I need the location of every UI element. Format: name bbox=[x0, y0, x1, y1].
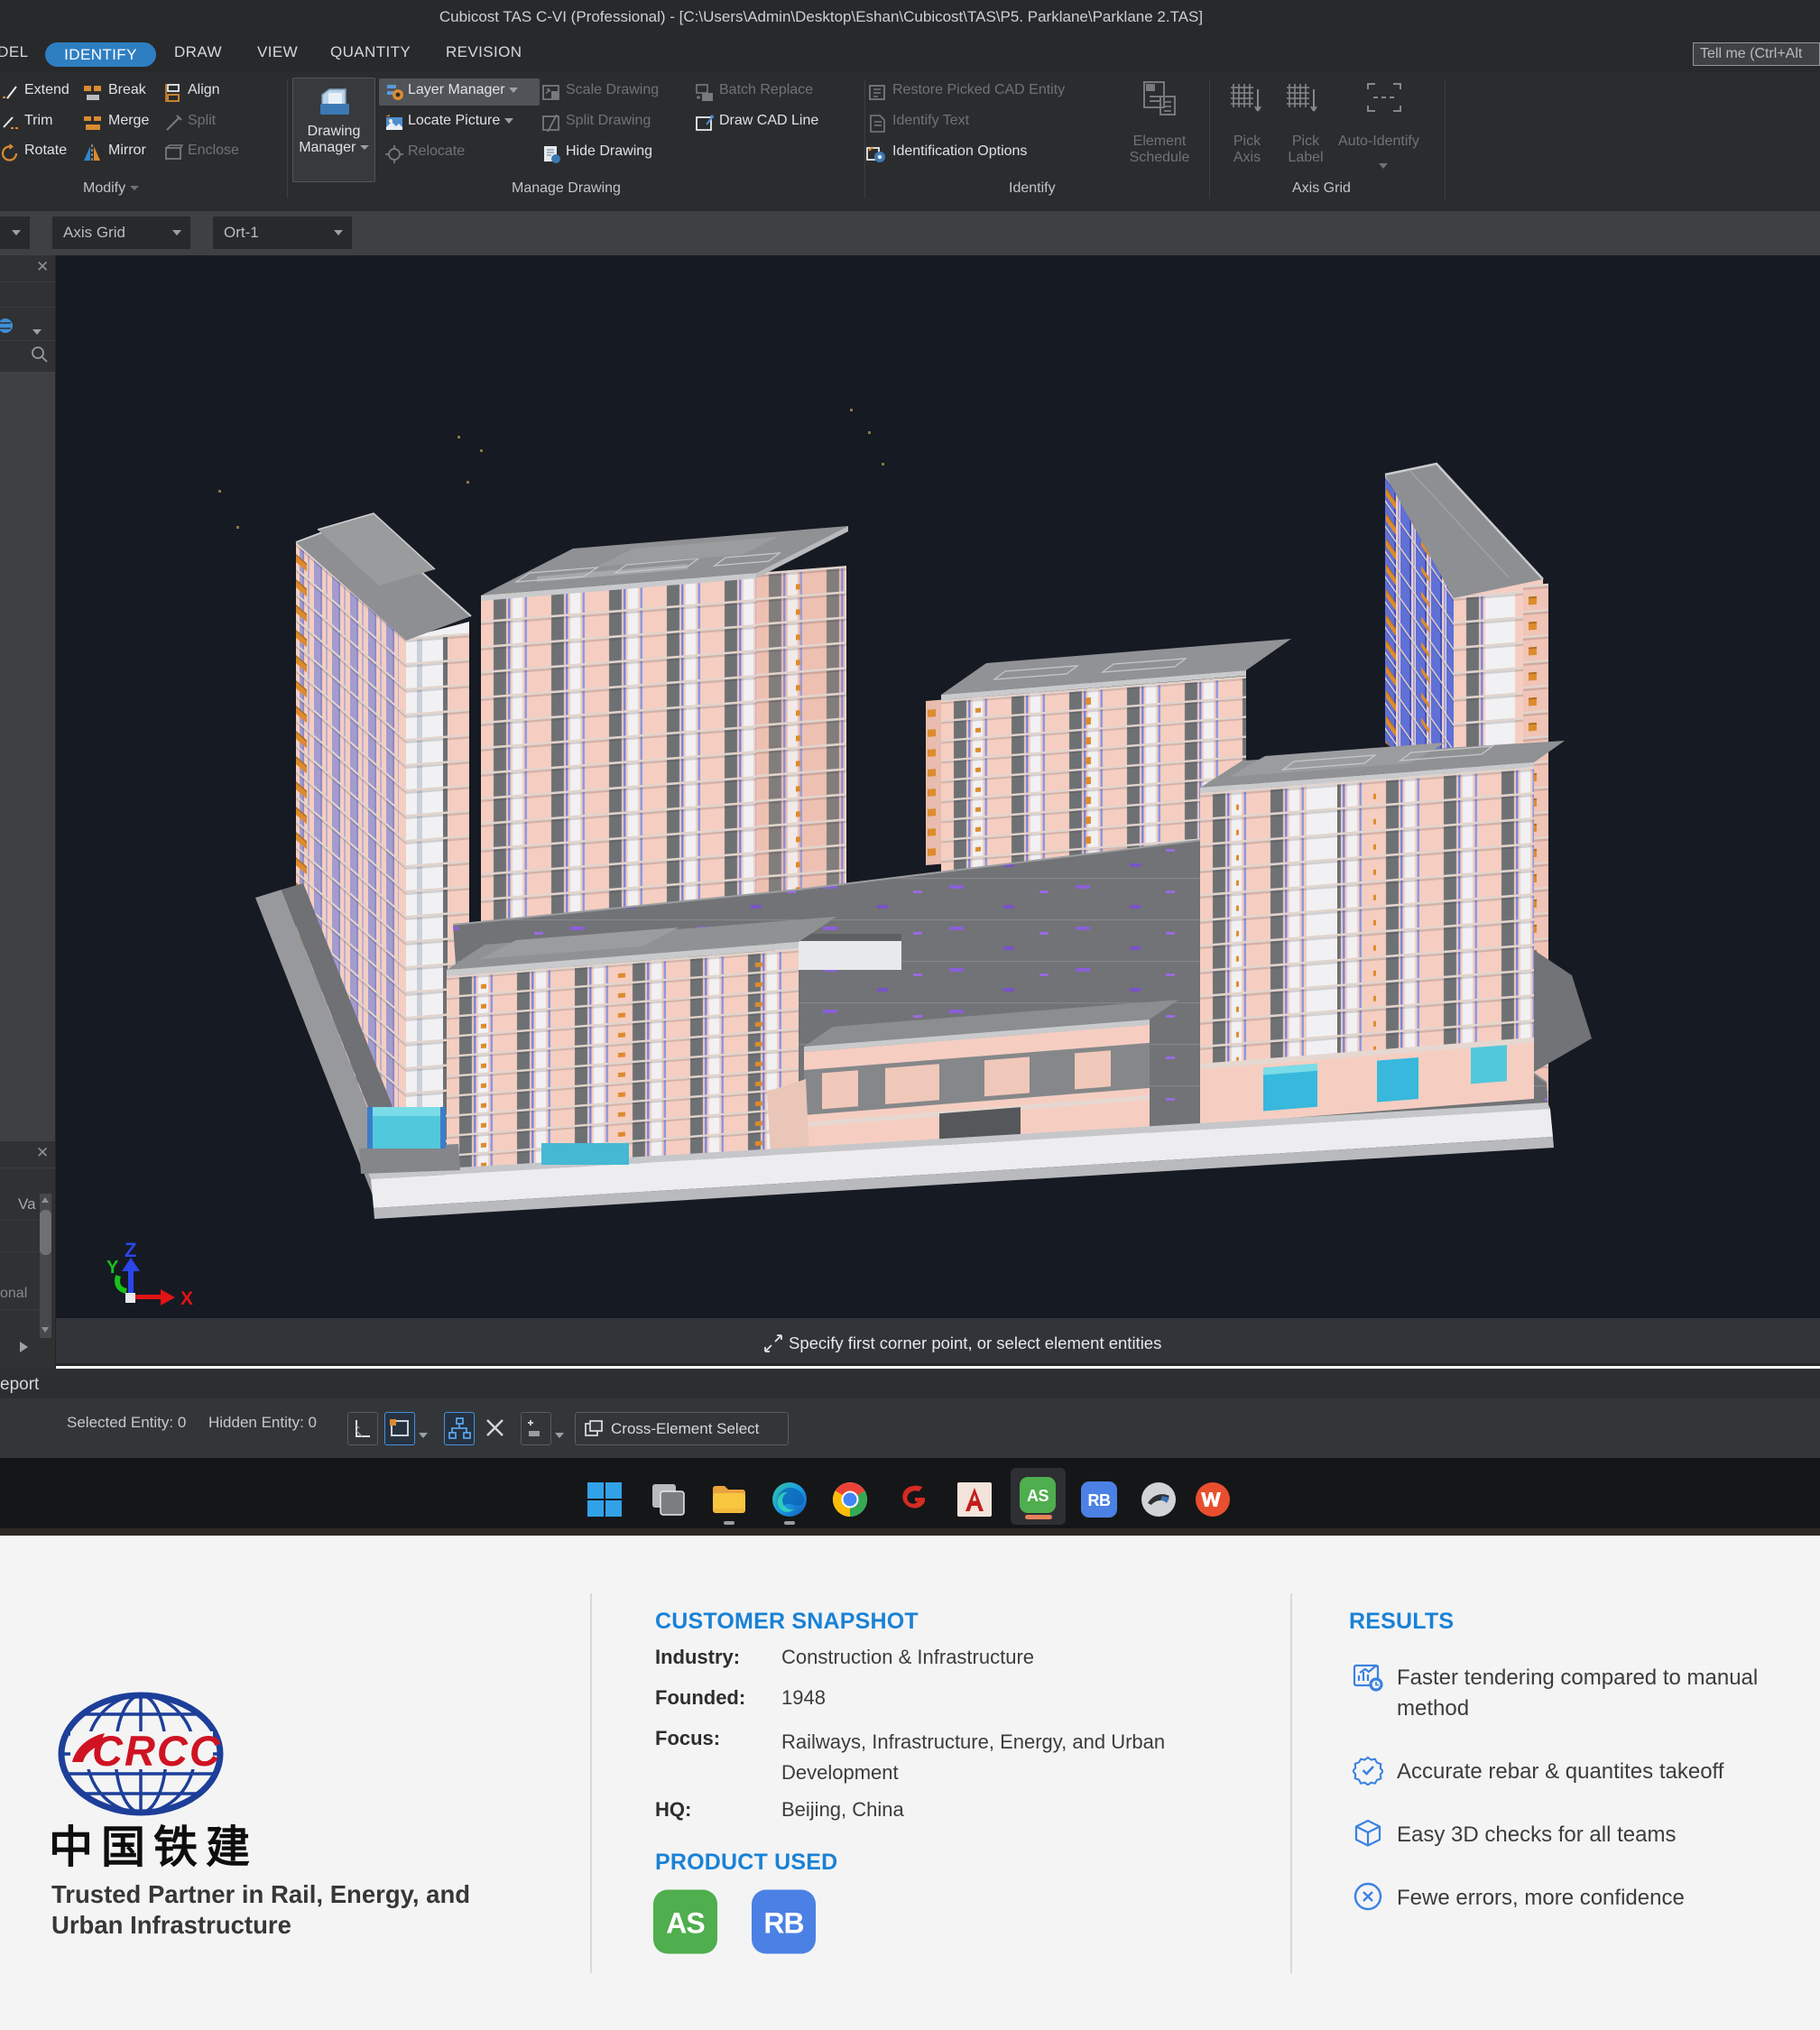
svg-text:Y: Y bbox=[106, 1258, 119, 1278]
svg-text:X: X bbox=[180, 1288, 193, 1309]
svg-text:Z: Z bbox=[125, 1239, 136, 1261]
svg-text:CRCC: CRCC bbox=[92, 1727, 222, 1775]
svg-text:AS: AS bbox=[1027, 1487, 1049, 1505]
svg-text:RB: RB bbox=[1088, 1491, 1111, 1509]
svg-text:RB: RB bbox=[763, 1906, 803, 1939]
svg-text:AS: AS bbox=[666, 1906, 705, 1939]
